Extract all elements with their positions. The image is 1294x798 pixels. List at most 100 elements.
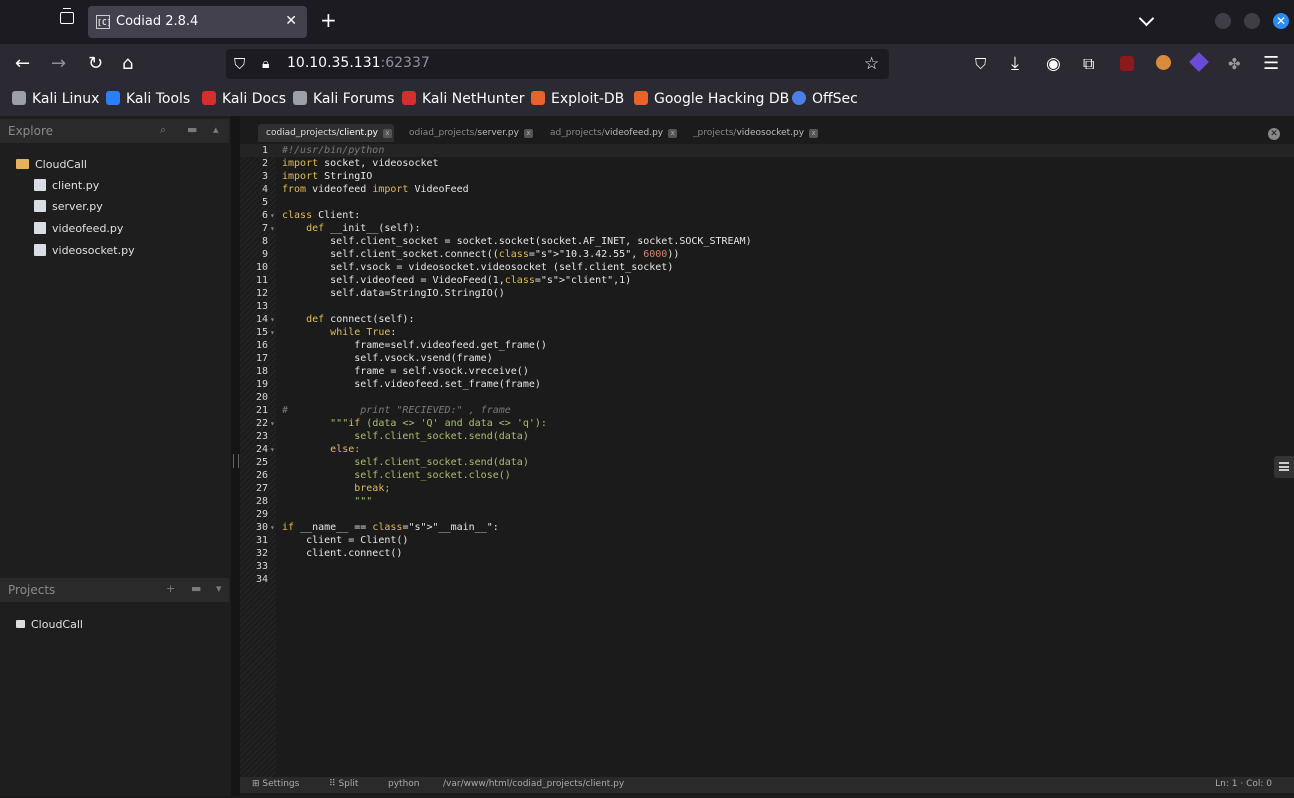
editor-menu-handle[interactable] — [1274, 456, 1294, 478]
code-line[interactable]: 5 — [240, 196, 1294, 209]
code-line[interactable]: 29 — [240, 508, 1294, 521]
extension-puzzle-icon[interactable]: ✤ — [1228, 54, 1241, 74]
code-line[interactable]: 33 — [240, 560, 1294, 573]
splitter-grip[interactable] — [233, 454, 239, 468]
bookmark-offsec[interactable]: OffSec — [792, 91, 858, 107]
code-line[interactable]: 31 client = Client() — [240, 534, 1294, 547]
code-line[interactable]: 11 self.videofeed = VideoFeed(1,class="s… — [240, 274, 1294, 287]
bookmark-kali-forums[interactable]: Kali Forums — [293, 91, 394, 107]
code-line[interactable]: 25 self.client_socket.send(data) — [240, 456, 1294, 469]
project-manager-icon[interactable]: ▬ — [191, 582, 201, 595]
url-bar[interactable]: ⛉ 🔒︎ 10.10.35.131:62337 ☆ — [226, 49, 889, 79]
code-line[interactable]: 1 #!/usr/bin/python — [240, 144, 1294, 157]
code-line[interactable]: 34 — [240, 573, 1294, 586]
code-line[interactable]: 8 self.client_socket = socket.socket(soc… — [240, 235, 1294, 248]
settings-button[interactable]: ⊞ Settings — [252, 779, 299, 789]
lock-icon[interactable]: 🔒︎ — [262, 54, 269, 74]
bookmark-kali-tools[interactable]: Kali Tools — [106, 91, 190, 107]
code-line[interactable]: 26 self.client_socket.close() — [240, 469, 1294, 482]
fold-arrow-icon[interactable]: ▾ — [270, 417, 275, 430]
code-line[interactable]: 28 """ — [240, 495, 1294, 508]
shield-icon[interactable]: ⛉ — [234, 54, 245, 74]
code-line[interactable]: 7 ▾ def __init__(self): — [240, 222, 1294, 235]
tab-list-icon[interactable] — [60, 8, 74, 24]
syntax-mode[interactable]: python — [388, 779, 419, 789]
minimize-button[interactable] — [1215, 13, 1231, 29]
code-line[interactable]: 15 ▾ while True: — [240, 326, 1294, 339]
close-tab-icon[interactable]: x — [668, 129, 678, 138]
close-all-tabs-icon[interactable]: ✕ — [1268, 128, 1280, 140]
back-icon[interactable]: ← — [15, 54, 30, 74]
new-tab-button[interactable]: + — [320, 9, 337, 31]
fold-arrow-icon[interactable]: ▾ — [270, 209, 275, 222]
forward-icon[interactable]: → — [51, 54, 66, 74]
ublock-icon[interactable] — [1120, 56, 1134, 71]
bookmark-kali-nethunter[interactable]: Kali NetHunter — [402, 91, 524, 107]
chevron-down-icon[interactable] — [1138, 10, 1155, 27]
add-project-icon[interactable]: + — [166, 582, 175, 595]
lock-icon[interactable]: ▴ — [213, 123, 219, 136]
maximize-button[interactable] — [1244, 13, 1260, 29]
code-line[interactable]: 27 break; — [240, 482, 1294, 495]
close-window-button[interactable]: ✕ — [1273, 13, 1289, 29]
tab-close-icon[interactable]: ✕ — [285, 13, 297, 29]
code-line[interactable]: 12 self.data=StringIO.StringIO() — [240, 287, 1294, 300]
search-icon[interactable]: ⌕ — [160, 123, 166, 137]
code-line[interactable]: 2 import socket, videosocket — [240, 157, 1294, 170]
code-line[interactable]: 22 ▾ """if (data <> 'Q' and data <> 'q'): — [240, 417, 1294, 430]
bookmark-google-hacking-db[interactable]: Google Hacking DB — [634, 91, 789, 107]
extensions-icon[interactable]: ⧉ — [1083, 54, 1094, 74]
code-line[interactable]: 3 import StringIO — [240, 170, 1294, 183]
code-line[interactable]: 20 — [240, 391, 1294, 404]
account-icon[interactable]: ◉ — [1046, 54, 1061, 74]
code-line[interactable]: 32 client.connect() — [240, 547, 1294, 560]
code-line[interactable]: 13 — [240, 300, 1294, 313]
pocket-icon[interactable]: ⛉ — [975, 54, 986, 74]
bookmark-star-icon[interactable]: ☆ — [864, 54, 879, 74]
download-icon[interactable]: ⤓ — [1011, 54, 1019, 74]
home-icon[interactable]: ⌂ — [122, 54, 133, 74]
code-line[interactable]: 14 ▾ def connect(self): — [240, 313, 1294, 326]
file-client-py[interactable]: client.py — [34, 179, 99, 192]
code-line[interactable]: 6 ▾ class Client: — [240, 209, 1294, 222]
projects-toggle-icon[interactable]: ▾ — [216, 582, 222, 595]
fold-arrow-icon[interactable]: ▾ — [270, 222, 275, 235]
fold-arrow-icon[interactable]: ▾ — [270, 326, 275, 339]
split-button[interactable]: ⠿ Split — [329, 779, 358, 789]
code-line[interactable]: 4 from videofeed import VideoFeed — [240, 183, 1294, 196]
code-line[interactable]: 24 ▾ else: — [240, 443, 1294, 456]
editor-tab-videosocket[interactable]: _projects/videosocket.py x — [685, 124, 820, 142]
project-cloudcall[interactable]: CloudCall — [16, 618, 83, 631]
bookmark-kali-linux[interactable]: Kali Linux — [12, 91, 99, 107]
fold-arrow-icon[interactable]: ▾ — [270, 443, 275, 456]
code-line[interactable]: 30 ▾ if __name__ == class="s">"__main__": — [240, 521, 1294, 534]
extension-badge-icon[interactable] — [1156, 55, 1171, 70]
bookmark-kali-docs[interactable]: Kali Docs — [202, 91, 286, 107]
reload-icon[interactable]: ↻ — [88, 54, 103, 74]
sidebar-splitter[interactable] — [231, 116, 240, 796]
bookmark-exploit-db[interactable]: Exploit-DB — [531, 91, 624, 107]
code-line[interactable]: 10 self.vsock = videosocket.videosocket … — [240, 261, 1294, 274]
collapse-icon[interactable]: ▬ — [187, 123, 197, 136]
code-line[interactable]: 9 self.client_socket.connect((class="s">… — [240, 248, 1294, 261]
code-line[interactable]: 17 self.vsock.vsend(frame) — [240, 352, 1294, 365]
code-line[interactable]: 19 self.videofeed.set_frame(frame) — [240, 378, 1294, 391]
file-videofeed-py[interactable]: videofeed.py — [34, 222, 123, 235]
editor-tab-server[interactable]: odiad_projects/server.py x — [401, 124, 533, 142]
folder-cloudcall[interactable]: CloudCall — [16, 158, 87, 171]
close-tab-icon[interactable]: x — [523, 129, 533, 138]
code-line[interactable]: 18 frame = self.vsock.vreceive() — [240, 365, 1294, 378]
fold-arrow-icon[interactable]: ▾ — [270, 313, 275, 326]
file-videosocket-py[interactable]: videosocket.py — [34, 244, 135, 257]
code-line[interactable]: 23 self.client_socket.send(data) — [240, 430, 1294, 443]
editor-tab-videofeed[interactable]: ad_projects/videofeed.py x — [542, 124, 678, 142]
browser-tab[interactable]: [C] Codiad 2.8.4 ✕ — [88, 6, 307, 38]
extension-diamond-icon[interactable] — [1189, 52, 1209, 72]
code-line[interactable]: 16 frame=self.videofeed.get_frame() — [240, 339, 1294, 352]
menu-icon[interactable]: ☰ — [1263, 54, 1279, 74]
file-server-py[interactable]: server.py — [34, 200, 103, 213]
close-tab-icon[interactable]: x — [809, 129, 819, 138]
fold-arrow-icon[interactable]: ▾ — [270, 521, 275, 534]
code-line[interactable]: 21 # print "RECIEVED:" , frame — [240, 404, 1294, 417]
close-tab-icon[interactable]: x — [382, 129, 392, 138]
